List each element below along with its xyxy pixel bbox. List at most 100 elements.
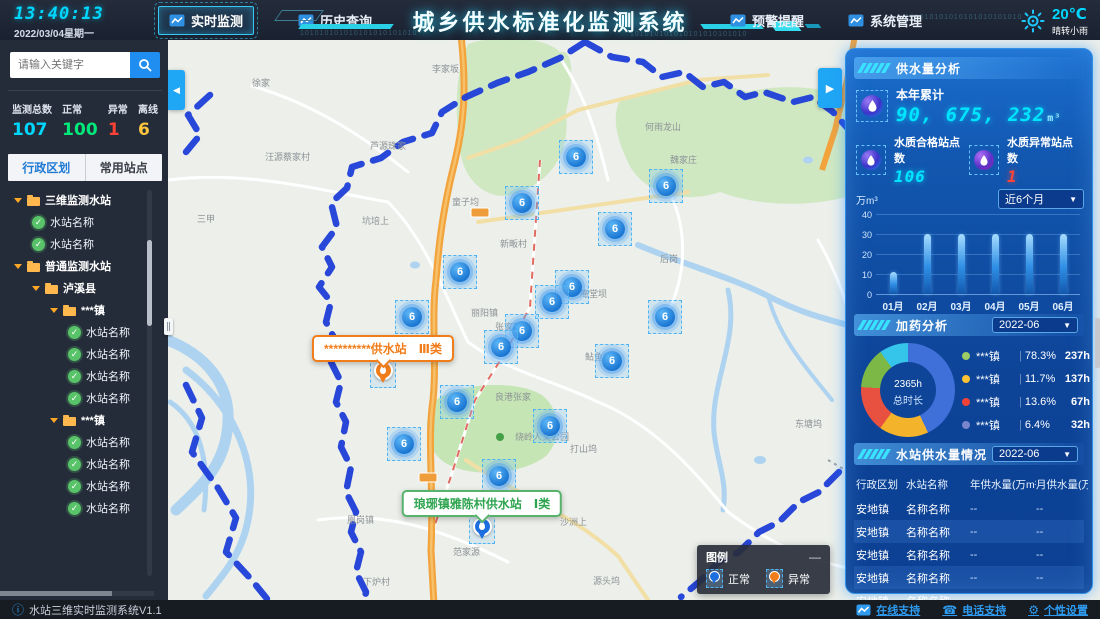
abnormal-count: 1 [1007, 167, 1082, 186]
tree-folder[interactable]: 三维监测水站 [10, 189, 160, 211]
blue-pin-icon [706, 569, 723, 588]
info-icon: ⓘ [12, 601, 24, 618]
section-header-supply: 供水量分析 [854, 57, 1084, 79]
dosing-donut-chart: 2365h 总时长 [861, 343, 955, 437]
personal-settings-link[interactable]: ⚙ 个性设置 [1028, 602, 1088, 618]
app-window: 徐家李家坂何雨龙山魏家庄汪源蔡家村芦源珠家三甲坑培上童子均新畈村丽阳镇张家新村庵… [0, 0, 1100, 619]
water-station-marker[interactable]: 6 [535, 285, 569, 319]
tree-station[interactable]: ✓水站名称 [10, 365, 160, 387]
qualified-count: 106 [894, 167, 969, 186]
search-input[interactable] [10, 52, 130, 78]
table-row[interactable]: 安地镇名称名称---- [854, 543, 1084, 566]
tab-common-stations[interactable]: 常用站点 [85, 154, 163, 181]
caret-down-icon [14, 198, 22, 203]
water-station-marker[interactable]: 6 [387, 427, 421, 461]
sun-icon [1021, 9, 1045, 33]
top-header: 13:40:13 2022/03/04星期一 实时监测 历史查询 城乡供水标准化… [0, 0, 1100, 40]
bar-02月 [924, 234, 931, 294]
tree-folder[interactable]: 普通监测水站 [10, 255, 160, 277]
dosing-legend-row: ***镇|11.7%137h [962, 367, 1090, 390]
tree-scrollbar-thumb[interactable] [147, 240, 152, 326]
nav-system-management[interactable]: 系统管理 [848, 11, 922, 30]
y-axis-unit: 万m³ [856, 192, 878, 207]
table-row[interactable]: 安地镇名称名称---- [854, 520, 1084, 543]
search-button[interactable] [130, 52, 160, 78]
binary-decoration: 101010101010101010101010 [300, 30, 417, 37]
range-dropdown[interactable]: 近6个月▼ [998, 189, 1084, 209]
phone-support-link[interactable]: ☎ 电话支持 [942, 602, 1006, 618]
tree-station[interactable]: ✓水站名称 [10, 233, 160, 255]
analysis-panel: 供水量分析 本年累计 90, 675, 232m³ 水质合格站点数 106 [845, 48, 1093, 594]
water-station-marker[interactable]: 6 [559, 140, 593, 174]
bar-01月 [890, 272, 897, 294]
water-station-marker[interactable]: 6 [533, 409, 567, 443]
orange-pin-icon [766, 569, 783, 588]
tree-station[interactable]: ✓水站名称 [10, 431, 160, 453]
station-popup-normal[interactable]: 琅琊镇雅陈村供水站 Ⅰ类 [402, 490, 562, 517]
folder-icon [27, 197, 40, 206]
tree-hscrollbar-thumb[interactable] [0, 591, 112, 596]
tree-station[interactable]: ✓水站名称 [10, 211, 160, 233]
tree-folder[interactable]: ***镇 [10, 409, 160, 431]
tree-station[interactable]: ✓水站名称 [10, 321, 160, 343]
nav-realtime-monitoring[interactable]: 实时监测 [158, 6, 254, 35]
water-station-marker[interactable]: 6 [505, 186, 539, 220]
legend-dot [962, 375, 970, 383]
table-header-row: 行政区划 水站名称 年供水量(万m³) 月供水量(万m³) [854, 472, 1084, 497]
water-station-marker[interactable]: 6 [598, 212, 632, 246]
weather-widget: 20℃ 晴转小雨 [1021, 5, 1088, 37]
tree-folder[interactable]: ***镇 [10, 299, 160, 321]
caret-down-icon [50, 418, 58, 423]
tree-station[interactable]: ✓水站名称 [10, 343, 160, 365]
station-tree: 三维监测水站✓水站名称✓水站名称普通监测水站泸溪县***镇✓水站名称✓水站名称✓… [10, 189, 160, 519]
search-icon [138, 58, 152, 72]
sidebar-resize-handle[interactable] [164, 318, 173, 335]
water-station-marker[interactable]: 6 [443, 255, 477, 289]
stations-period-dropdown[interactable]: 2022-06▼ [992, 446, 1078, 462]
water-station-marker[interactable]: 6 [395, 300, 429, 334]
table-row[interactable]: 安地镇名称名称---- [854, 566, 1084, 589]
alert-chart-icon [730, 14, 746, 27]
dosing-period-dropdown[interactable]: 2022-06▼ [992, 317, 1078, 333]
check-icon: ✓ [68, 480, 81, 493]
tree-station[interactable]: ✓水站名称 [10, 497, 160, 519]
online-support-link[interactable]: 在线支持 [856, 602, 920, 618]
water-station-marker[interactable]: 6 [649, 169, 683, 203]
annual-total-value: 90, 675, 232m³ [896, 104, 1061, 126]
tree-station[interactable]: ✓水站名称 [10, 453, 160, 475]
tree-station[interactable]: ✓水站名称 [10, 475, 160, 497]
station-popup-abnormal[interactable]: **********供水站 Ⅲ类 [312, 335, 454, 362]
nav-alert-reminder[interactable]: 预警提醒 [730, 11, 804, 30]
bar-04月 [992, 234, 999, 294]
section-header-stations: 水站供水量情况 2022-06▼ [854, 443, 1084, 465]
water-station-marker[interactable]: 6 [595, 344, 629, 378]
page-scrollbar-thumb[interactable] [1095, 318, 1100, 368]
water-station-marker[interactable]: 6 [440, 385, 474, 419]
weather-desc: 晴转小雨 [1052, 24, 1088, 37]
tree-station[interactable]: ✓水站名称 [10, 387, 160, 409]
tab-admin-division[interactable]: 行政区划 [8, 154, 85, 181]
chevron-down-icon: ▼ [1063, 450, 1071, 459]
stat-total: 监测总数 107 [12, 101, 52, 140]
water-station-marker[interactable]: 6 [482, 459, 516, 493]
water-meter-icon [856, 90, 888, 122]
clock: 13:40:13 2022/03/04星期一 [14, 4, 104, 40]
current-time: 13:40:13 [14, 4, 104, 24]
quality-qualified-block: 水质合格站点数 106 [856, 134, 969, 186]
annual-total-label: 本年累计 [896, 86, 1061, 103]
legend-minimize-button[interactable]: — [809, 553, 821, 561]
water-station-marker[interactable]: 6 [484, 330, 518, 364]
dosing-legend-row: ***镇|6.4%32h [962, 413, 1090, 436]
table-row[interactable]: 安地镇名称名称---- [854, 497, 1084, 520]
collapse-panel-button[interactable]: ▶ [818, 68, 842, 108]
binary-decoration: 101010101010101010101010 [905, 14, 1022, 21]
dosing-total-hours: 2365h [894, 374, 922, 391]
bar-03月 [958, 234, 965, 294]
water-station-marker[interactable]: 6 [648, 300, 682, 334]
tree-folder[interactable]: 泸溪县 [10, 277, 160, 299]
legend-title: 图例 [706, 549, 728, 565]
section-title: 水站供水量情况 [896, 446, 987, 463]
gear-icon: ⚙ [1028, 603, 1039, 617]
collapse-sidebar-button[interactable]: ◀ [168, 70, 185, 110]
folder-icon [45, 285, 58, 294]
